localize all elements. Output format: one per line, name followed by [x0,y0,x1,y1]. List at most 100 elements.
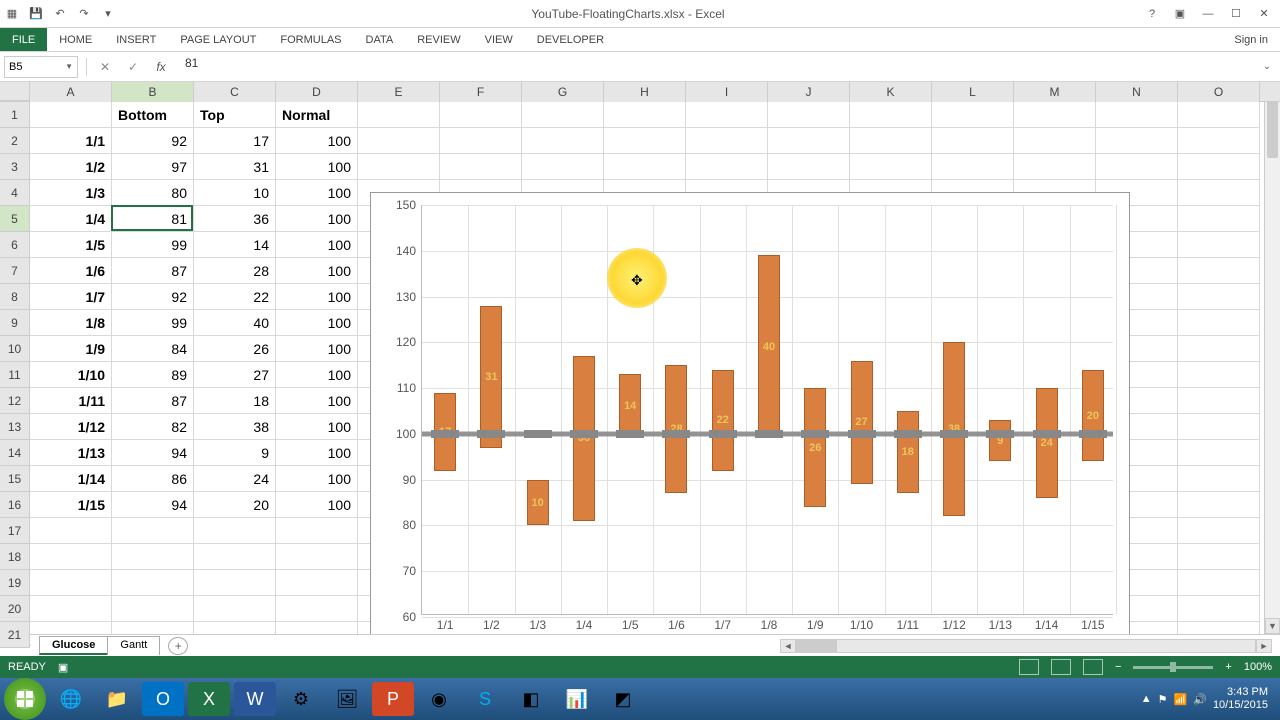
row-header-4[interactable]: 4 [0,180,29,206]
ie-icon[interactable]: 🌐 [50,682,92,716]
help-icon[interactable]: ? [1140,6,1164,22]
vertical-scrollbar[interactable]: ▲ ▼ [1264,82,1280,634]
cell-D11[interactable]: 100 [276,362,358,388]
cell-G2[interactable] [522,128,604,154]
row-header-11[interactable]: 11 [0,362,29,388]
row-header-14[interactable]: 14 [0,440,29,466]
app-icon[interactable]: ⚙ [280,682,322,716]
cell-O18[interactable] [1178,544,1260,570]
row-header-1[interactable]: 1 [0,102,29,128]
cell-D13[interactable]: 100 [276,414,358,440]
zoom-level[interactable]: 100% [1244,661,1272,673]
cell-L2[interactable] [932,128,1014,154]
sheet-tab-gantt[interactable]: Gantt [107,636,160,655]
add-sheet-button[interactable]: + [168,637,188,655]
cell-L1[interactable] [932,102,1014,128]
cell-F1[interactable] [440,102,522,128]
cell-D20[interactable] [276,596,358,622]
redo-icon[interactable]: ↷ [76,6,92,22]
hscroll-right-icon[interactable]: ► [1256,639,1272,653]
cell-B15[interactable]: 86 [112,466,194,492]
cell-B7[interactable]: 87 [112,258,194,284]
cell-D10[interactable]: 100 [276,336,358,362]
col-header-L[interactable]: L [932,82,1014,102]
cell-C7[interactable]: 28 [194,258,276,284]
cell-C9[interactable]: 40 [194,310,276,336]
cell-O20[interactable] [1178,596,1260,622]
cell-B6[interactable]: 99 [112,232,194,258]
hscroll-thumb[interactable] [797,640,837,652]
floating-chart[interactable]: 607080901001101201301401501/1171/2311/31… [370,192,1130,652]
cell-B12[interactable]: 87 [112,388,194,414]
word-icon[interactable]: W [234,682,276,716]
cell-N1[interactable] [1096,102,1178,128]
cell-A16[interactable]: 1/15 [30,492,112,518]
col-header-D[interactable]: D [276,82,358,102]
row-header-9[interactable]: 9 [0,310,29,336]
row-header-8[interactable]: 8 [0,284,29,310]
cell-H1[interactable] [604,102,686,128]
cell-O4[interactable] [1178,180,1260,206]
cell-M3[interactable] [1014,154,1096,180]
col-header-M[interactable]: M [1014,82,1096,102]
cell-A19[interactable] [30,570,112,596]
cell-O10[interactable] [1178,336,1260,362]
row-header-20[interactable]: 20 [0,596,29,622]
cell-C5[interactable]: 36 [194,206,276,232]
view-pagebreak-icon[interactable] [1083,659,1103,675]
cell-O1[interactable] [1178,102,1260,128]
row-header-5[interactable]: 5 [0,206,29,232]
cell-A20[interactable] [30,596,112,622]
col-header-C[interactable]: C [194,82,276,102]
cell-B2[interactable]: 92 [112,128,194,154]
cell-O5[interactable] [1178,206,1260,232]
cell-C18[interactable] [194,544,276,570]
cell-C3[interactable]: 31 [194,154,276,180]
cell-A12[interactable]: 1/11 [30,388,112,414]
cell-D2[interactable]: 100 [276,128,358,154]
cell-I2[interactable] [686,128,768,154]
cell-B10[interactable]: 84 [112,336,194,362]
cell-D16[interactable]: 100 [276,492,358,518]
zoom-slider[interactable] [1133,666,1213,669]
cell-C11[interactable]: 27 [194,362,276,388]
cell-O8[interactable] [1178,284,1260,310]
cell-B5[interactable]: 81 [112,206,194,232]
ribbon-tab-developer[interactable]: DEVELOPER [525,28,616,51]
cell-B17[interactable] [112,518,194,544]
ribbon-tab-insert[interactable]: INSERT [104,28,168,51]
cell-A4[interactable]: 1/3 [30,180,112,206]
cell-O16[interactable] [1178,492,1260,518]
cell-A1[interactable] [30,102,112,128]
maximize-icon[interactable]: ☐ [1224,6,1248,22]
ribbon-tab-review[interactable]: REVIEW [405,28,472,51]
cell-A11[interactable]: 1/10 [30,362,112,388]
chrome-icon[interactable]: ◉ [418,682,460,716]
cell-E1[interactable] [358,102,440,128]
outlook-icon[interactable]: O [142,682,184,716]
cell-C1[interactable]: Top [194,102,276,128]
cell-M2[interactable] [1014,128,1096,154]
cell-C16[interactable]: 20 [194,492,276,518]
file-tab[interactable]: FILE [0,28,47,51]
row-header-15[interactable]: 15 [0,466,29,492]
cell-A17[interactable] [30,518,112,544]
name-box[interactable]: B5 ▼ [4,56,78,78]
cell-B20[interactable] [112,596,194,622]
cell-D4[interactable]: 100 [276,180,358,206]
cell-D3[interactable]: 100 [276,154,358,180]
expand-formula-icon[interactable]: ⌄ [1258,58,1276,76]
row-header-2[interactable]: 2 [0,128,29,154]
chevron-down-icon[interactable]: ▼ [65,62,73,71]
zoom-in-icon[interactable]: + [1225,661,1231,673]
ribbon-tab-data[interactable]: DATA [354,28,406,51]
cell-L3[interactable] [932,154,1014,180]
row-header-7[interactable]: 7 [0,258,29,284]
cell-M1[interactable] [1014,102,1096,128]
cell-D15[interactable]: 100 [276,466,358,492]
cell-D6[interactable]: 100 [276,232,358,258]
cell-B1[interactable]: Bottom [112,102,194,128]
cell-B3[interactable]: 97 [112,154,194,180]
cell-B9[interactable]: 99 [112,310,194,336]
cell-G3[interactable] [522,154,604,180]
